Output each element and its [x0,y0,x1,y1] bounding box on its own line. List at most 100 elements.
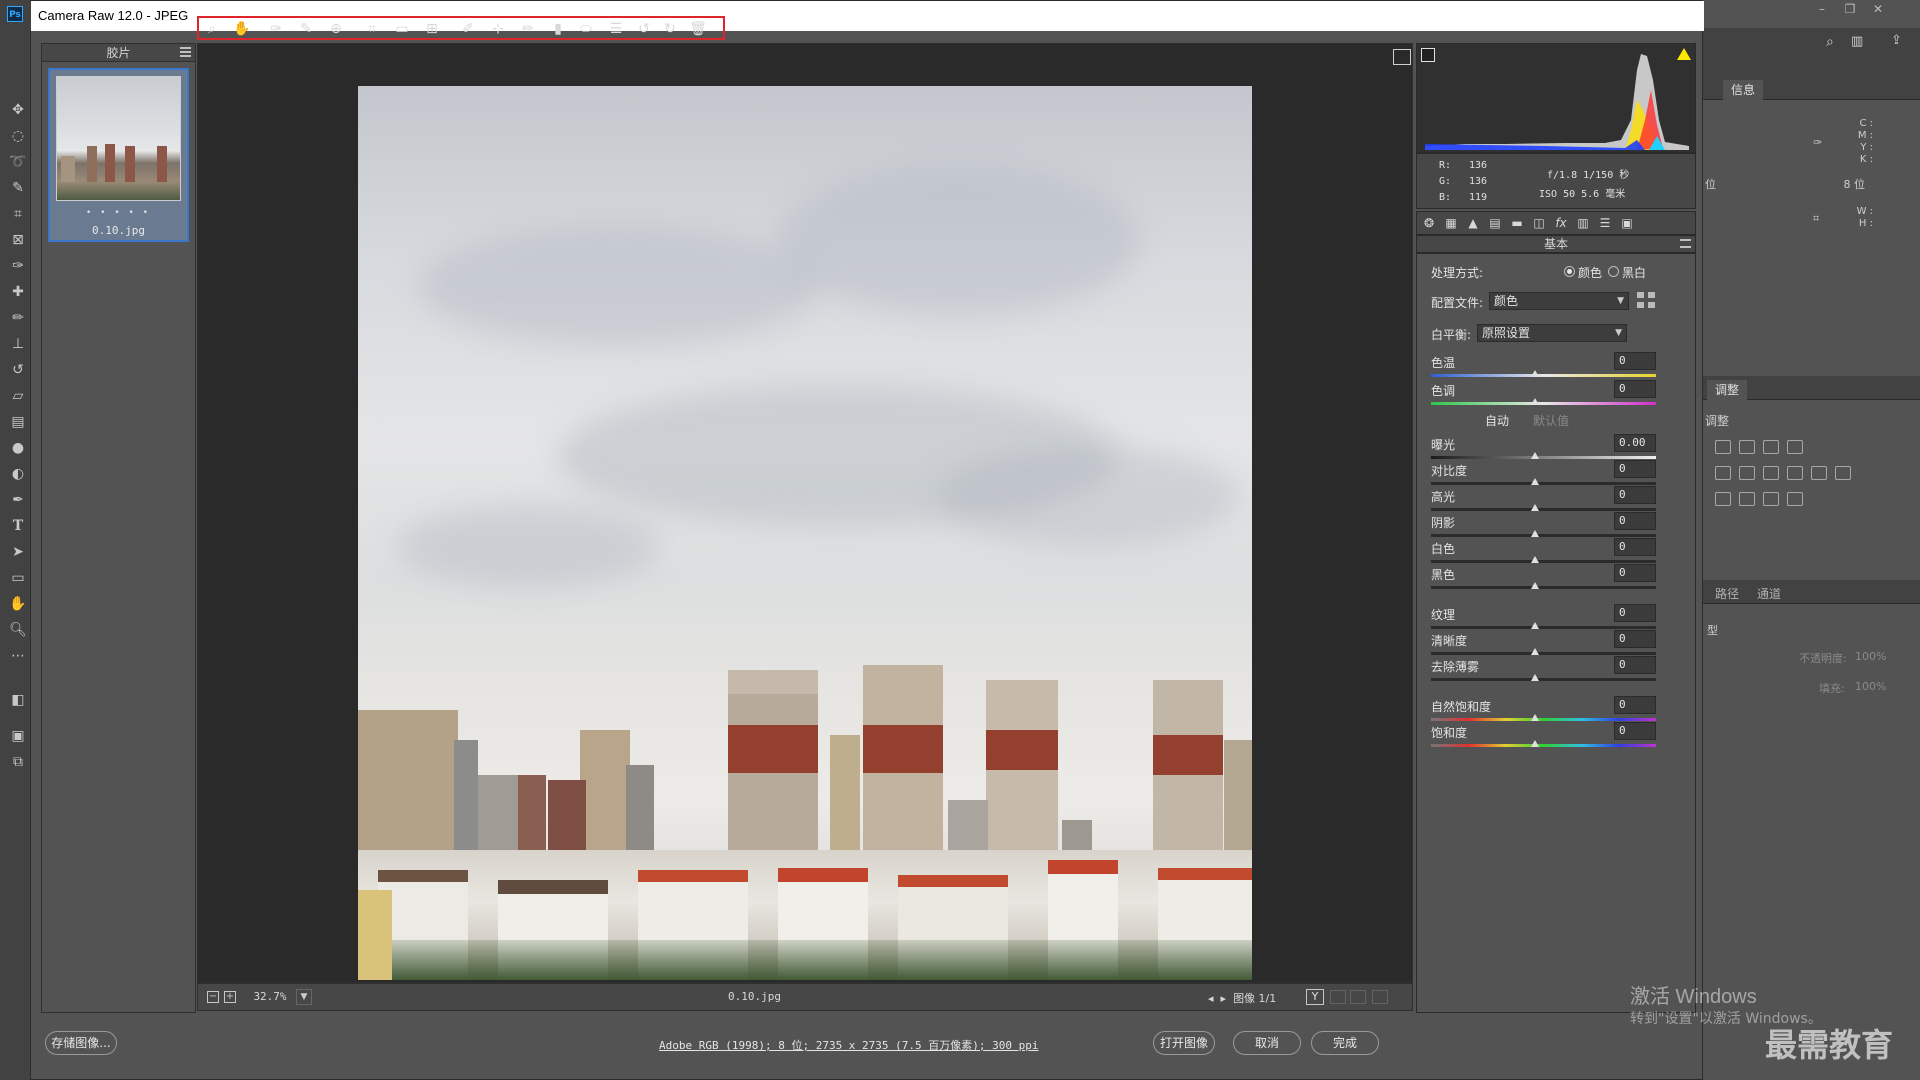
preview-preferences-icon[interactable] [1372,990,1388,1004]
before-after-toggle[interactable]: Y [1306,989,1324,1005]
transform-icon[interactable]: ⊞ [423,20,441,38]
zoom-dropdown-icon[interactable]: ▼ [296,989,312,1005]
done-button[interactable]: 完成 [1311,1031,1379,1055]
color-sampler-icon[interactable]: ✎ [297,20,315,38]
red-eye-icon[interactable]: ⊹ [489,20,507,38]
more-tools-icon[interactable]: ⋯ [8,646,28,666]
pen-tool-icon[interactable]: ✒ [8,490,28,510]
profile-select[interactable]: 颜色 ▼ [1489,292,1629,310]
search-icon[interactable]: ⌕ [1826,34,1834,50]
thumbnail[interactable] [56,76,181,201]
temp-slider-track[interactable] [1431,374,1656,377]
detail-tab-icon[interactable]: ▲ [1465,215,1481,231]
effects-tab-icon[interactable]: fx [1553,215,1569,231]
curves-icon[interactable] [1763,440,1779,454]
color-balance-icon[interactable] [1763,466,1779,480]
shape-tool-icon[interactable]: ▭ [8,568,28,588]
treatment-color-label[interactable]: 颜色 [1578,264,1602,281]
photo-filter-icon[interactable] [1811,466,1827,480]
tint-slider-thumb[interactable] [1531,398,1539,405]
vibrance-icon[interactable] [1715,466,1731,480]
white-balance-icon[interactable]: ✑ [267,20,285,38]
prev-image-icon[interactable]: ◂ [1208,992,1214,1005]
basic-tab-icon[interactable]: ❂ [1421,215,1437,231]
bw-icon[interactable] [1787,466,1803,480]
brush-tool-icon[interactable]: ✏ [8,308,28,328]
whites-slider-thumb[interactable] [1531,556,1539,563]
opacity-value[interactable]: 100% [1855,650,1886,663]
radial-filter-icon[interactable]: ⬭ [577,20,595,38]
tab-info[interactable]: 信息 [1723,80,1764,100]
treatment-bw-label[interactable]: 黑白 [1622,264,1646,281]
tone-curve-tab-icon[interactable]: ▦ [1443,215,1459,231]
eraser-tool-icon[interactable]: ▱ [8,386,28,406]
spot-removal-icon[interactable]: ✐ [459,20,477,38]
contrast-slider-track[interactable] [1431,482,1656,485]
zoom-in-icon[interactable]: + [224,991,236,1003]
auto-link[interactable]: 自动 [1485,412,1509,429]
zoom-icon[interactable]: ⌕ [203,20,221,38]
temp-value-field[interactable]: 0 [1614,352,1656,370]
trash-icon[interactable]: 🗑︎ [689,20,707,38]
dodge-tool-icon[interactable]: ◐ [8,464,28,484]
eyedropper-tool-icon[interactable]: ✑ [8,256,28,276]
path-select-tool-icon[interactable]: ➤ [8,542,28,562]
preview-image[interactable] [358,86,1252,980]
lasso-tool-icon[interactable]: ➰ [8,152,28,172]
layer-kind-filter[interactable]: 型 [1707,622,1718,638]
treatment-color-radio[interactable] [1564,266,1575,277]
exposure-icon[interactable] [1787,440,1803,454]
saturation-slider-track[interactable] [1431,744,1656,747]
minimize-icon[interactable]: – [1808,0,1836,18]
clarity-value-field[interactable]: 0 [1614,630,1656,648]
shadows-slider-thumb[interactable] [1531,530,1539,537]
shadows-slider-track[interactable] [1431,534,1656,537]
graduated-filter-icon[interactable]: ▮ [549,20,567,38]
exposure-slider-thumb[interactable] [1531,452,1539,459]
crop-tool-icon[interactable]: ⌗ [8,204,28,224]
hue-sat-icon[interactable] [1739,466,1755,480]
texture-slider-track[interactable] [1431,626,1656,629]
blur-tool-icon[interactable]: ● [8,438,28,458]
clarity-slider-thumb[interactable] [1531,648,1539,655]
highlights-value-field[interactable]: 0 [1614,486,1656,504]
frame-tool-icon[interactable]: ⊠ [8,230,28,250]
restore-icon[interactable]: ❐ [1836,0,1864,18]
hsl-tab-icon[interactable]: ▤ [1487,215,1503,231]
quick-mask-icon[interactable]: ▣ [8,726,28,746]
marquee-tool-icon[interactable]: ◌ [8,126,28,146]
clarity-slider-track[interactable] [1431,652,1656,655]
tint-slider-track[interactable] [1431,402,1656,405]
basic-menu-icon[interactable] [1680,239,1691,248]
rating-stars[interactable]: • • • • • [50,208,187,218]
channel-mixer-icon[interactable] [1835,466,1851,480]
whites-slider-track[interactable] [1431,560,1656,563]
filmstrip-menu-icon[interactable] [180,47,191,57]
treatment-bw-radio[interactable] [1608,266,1619,277]
filmstrip-item[interactable]: • • • • • 0.10.jpg [48,68,189,242]
posterize-icon[interactable] [1739,492,1755,506]
texture-value-field[interactable]: 0 [1614,604,1656,622]
snapshots-tab-icon[interactable]: ▣ [1619,215,1635,231]
adjustment-brush-icon[interactable]: ✏ [519,20,537,38]
presets-icon[interactable]: ☰ [607,20,625,38]
gradient-tool-icon[interactable]: ▤ [8,412,28,432]
rotate-left-icon[interactable]: ↺ [635,20,653,38]
target-adjust-icon[interactable]: ⊕ [327,20,345,38]
zoom-level[interactable]: 32.7% [245,988,295,1006]
exposure-value-field[interactable]: 0.00 [1614,434,1656,452]
cancel-button[interactable]: 取消 [1233,1031,1301,1055]
saturation-value-field[interactable]: 0 [1614,722,1656,740]
workflow-options-link[interactable]: Adobe RGB (1998); 8 位; 2735 x 2735 (7.5 … [659,1037,1039,1053]
screen-mode-icon[interactable]: ⧉ [8,752,28,772]
exposure-slider-track[interactable] [1431,456,1656,459]
next-image-icon[interactable]: ▸ [1221,992,1227,1005]
blacks-slider-thumb[interactable] [1531,582,1539,589]
type-tool-icon[interactable]: T [8,516,28,536]
selective-color-icon[interactable] [1787,492,1803,506]
tab-adjustments[interactable]: 调整 [1707,380,1748,400]
default-link[interactable]: 默认值 [1533,412,1569,429]
close-icon[interactable]: ✕ [1864,0,1892,18]
highlights-slider-track[interactable] [1431,508,1656,511]
crop-icon[interactable]: ⌗ [363,20,381,38]
